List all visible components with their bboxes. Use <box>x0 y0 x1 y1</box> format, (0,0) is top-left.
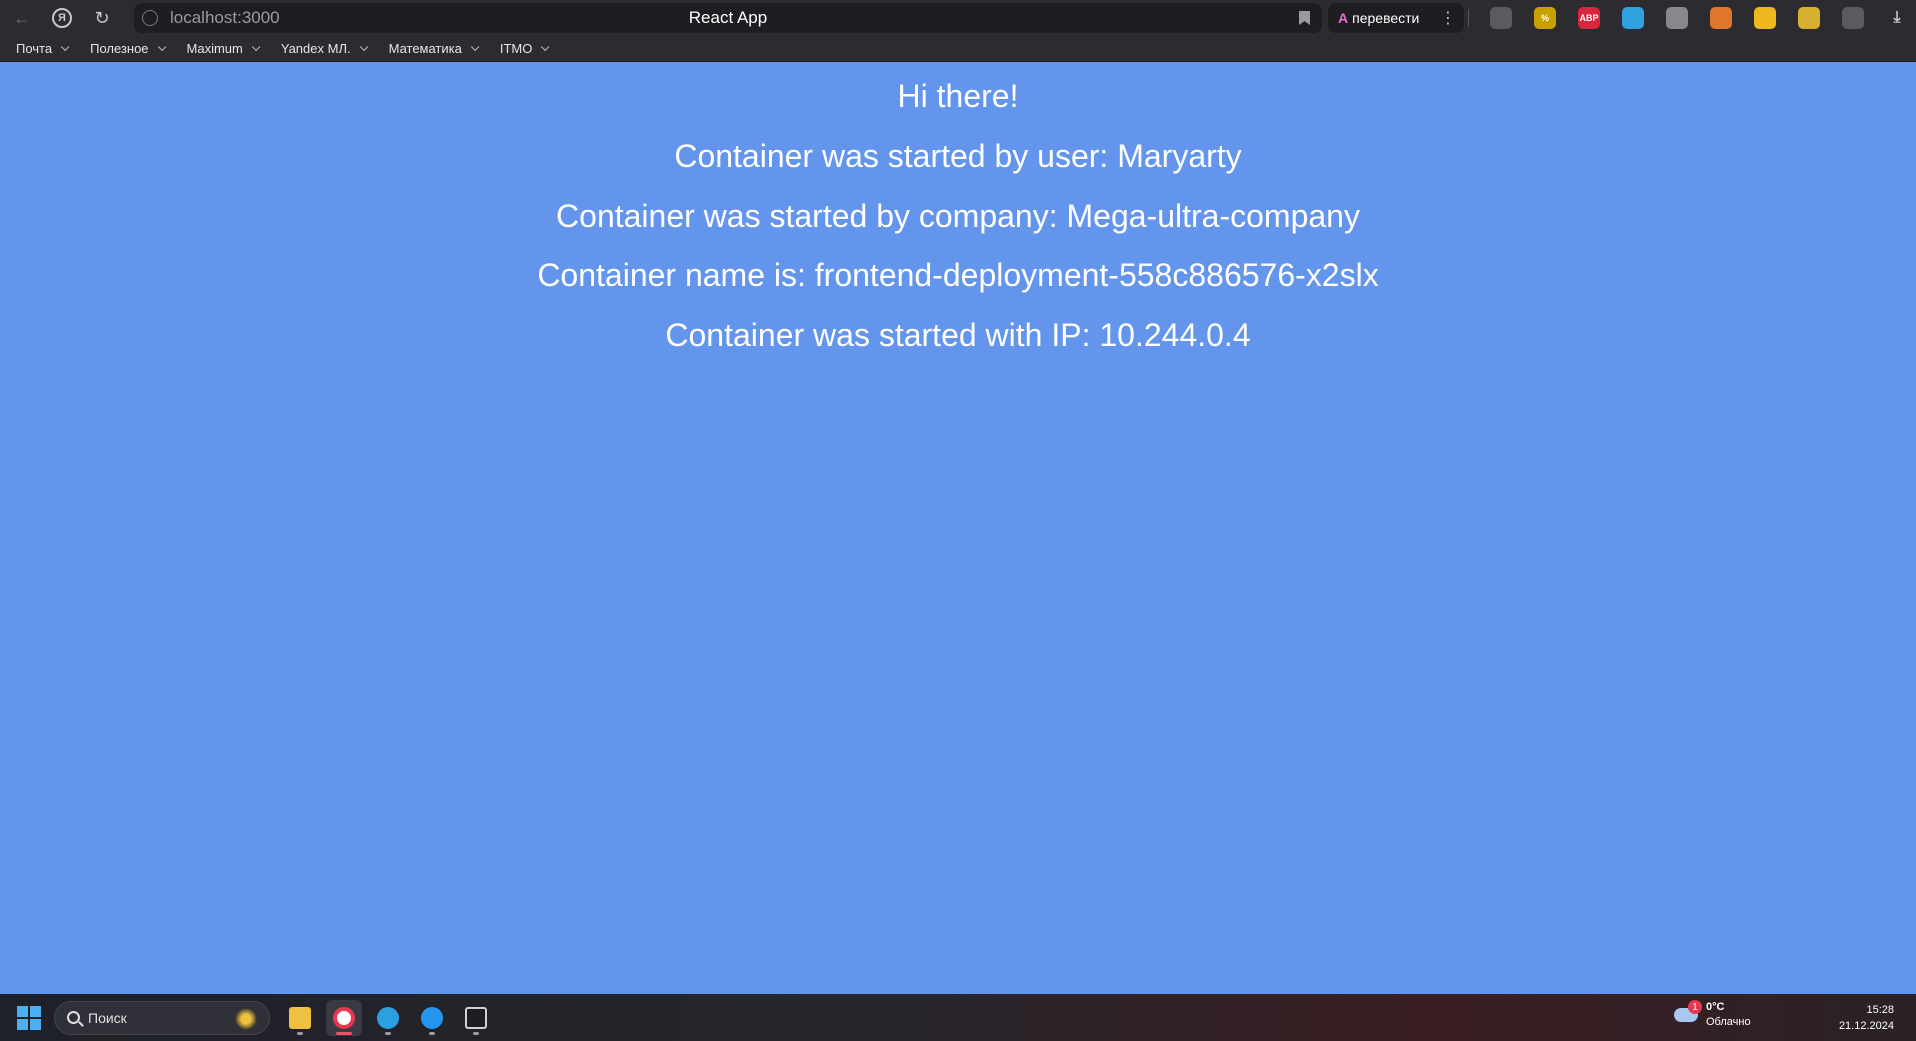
telegram-icon <box>377 1006 399 1029</box>
translate-icon: A <box>1338 10 1349 26</box>
search-placeholder: Поиск <box>88 1009 127 1026</box>
page-tab-title: React App <box>688 8 768 27</box>
bookmark-folder[interactable]: ITMO <box>499 41 550 56</box>
weather-desc: Облачно <box>1706 1016 1751 1028</box>
weather-badge: 1 <box>1688 1000 1702 1014</box>
bookmark-folder-label: ITMO <box>499 41 533 56</box>
reload-icon: ↻ <box>94 7 110 28</box>
address-bar[interactable]: localhost:3000 React App <box>134 3 1322 33</box>
docker-icon <box>421 1006 443 1029</box>
running-indicator <box>429 1031 435 1035</box>
bookmark-folder-label: Почта <box>16 41 53 56</box>
taskbar-app[interactable] <box>282 1000 318 1036</box>
battery-icon[interactable] <box>1798 7 1820 29</box>
chevron-down-icon <box>541 42 550 51</box>
site-info-icon[interactable] <box>142 10 158 26</box>
search-icon <box>67 1011 80 1024</box>
system-clock[interactable]: 15:28 21.12.2024 <box>1839 1002 1894 1034</box>
chevron-down-icon <box>251 42 261 51</box>
vpn-globe-icon[interactable] <box>1666 7 1688 29</box>
weather-temp: 0°C <box>1706 1001 1725 1013</box>
bookmark-folder-label: Yandex МЛ. <box>280 41 351 56</box>
downloads-icon[interactable]: ⤓ <box>1886 7 1908 29</box>
bookmark-folder[interactable]: Математика <box>388 41 480 56</box>
clock-date: 21.12.2024 <box>1838 1020 1894 1032</box>
running-indicator <box>473 1031 479 1035</box>
translate-label: перевести <box>1352 10 1420 26</box>
browser-toolbar: ← Я ↻ localhost:3000 React App A перевес… <box>0 0 1916 36</box>
page-content: Hi there! Container was started by user:… <box>0 62 1916 994</box>
greeting-text: Hi there! <box>897 78 1019 114</box>
cloud-icon: 1 <box>1674 1000 1702 1022</box>
company-line: Container was started by company: Mega-u… <box>556 198 1360 234</box>
yandex-home-button[interactable]: Я <box>40 0 84 36</box>
puzzle-icon[interactable] <box>1842 7 1864 29</box>
chevron-down-icon <box>157 42 166 51</box>
chevron-down-icon <box>359 42 368 51</box>
taskbar-app[interactable] <box>458 1000 494 1036</box>
file-explorer-icon <box>289 1006 311 1029</box>
windows-start-icon[interactable] <box>17 1005 41 1030</box>
search-highlight-icon <box>235 1007 257 1030</box>
taskbar-search[interactable]: Поиск <box>54 1000 270 1035</box>
honey-icon[interactable] <box>1754 7 1776 29</box>
yandex-browser-icon <box>333 1006 355 1029</box>
terminal-icon <box>465 1006 487 1029</box>
bookmark-folder-label: Математика <box>388 41 462 56</box>
color-picker-icon[interactable] <box>1622 7 1644 29</box>
running-indicator <box>297 1031 303 1035</box>
user-line: Container was started by user: Maryarty <box>674 138 1242 174</box>
more-options-icon[interactable]: ⋮ <box>1440 8 1456 28</box>
bookmark-folder[interactable]: Maximum <box>186 41 261 56</box>
clock-time: 15:28 <box>1866 1004 1894 1016</box>
dark-mode-icon[interactable] <box>1490 7 1512 29</box>
running-indicator <box>385 1031 391 1035</box>
back-arrow-icon: ← <box>13 7 31 28</box>
weather-widget[interactable]: 1 0°C Облачно <box>1674 1000 1751 1030</box>
metamask-icon[interactable] <box>1710 7 1732 29</box>
container-name-line: Container name is: frontend-deployment-5… <box>537 257 1379 293</box>
divider <box>1468 9 1469 27</box>
bookmark-folder[interactable]: Полезное <box>90 41 166 56</box>
chevron-down-icon <box>60 42 70 51</box>
translate-button[interactable]: A перевести ⋮ <box>1328 3 1464 33</box>
yandex-logo-icon: Я <box>52 8 72 28</box>
extensions-bar: % ABP ⤓ <box>1466 0 1916 36</box>
reload-button[interactable]: ↻ <box>84 0 120 36</box>
bookmark-folder[interactable]: Yandex МЛ. <box>280 41 368 56</box>
taskbar-app[interactable] <box>326 999 362 1036</box>
bookmark-icon[interactable] <box>1299 11 1310 25</box>
ip-line: Container was started with IP: 10.244.0.… <box>665 317 1251 353</box>
bookmarks-bar: Почта Полезное Maximum Yandex МЛ. Математика… <box>0 36 1916 62</box>
address-url[interactable]: localhost:3000 <box>170 8 280 28</box>
bookmark-folder-label: Maximum <box>186 41 243 56</box>
taskbar: Поиск <box>0 994 1916 1041</box>
back-button[interactable]: ← <box>4 0 40 36</box>
taskbar-app[interactable] <box>414 1000 450 1036</box>
taskbar-app[interactable] <box>370 1000 406 1036</box>
coupon-icon[interactable]: % <box>1534 7 1556 29</box>
bookmark-folder-label: Полезное <box>90 41 149 56</box>
running-indicator <box>336 1031 352 1035</box>
bookmark-folder[interactable]: Почта <box>16 41 70 56</box>
chevron-down-icon <box>470 42 480 51</box>
adblock-icon[interactable]: ABP <box>1578 7 1600 29</box>
